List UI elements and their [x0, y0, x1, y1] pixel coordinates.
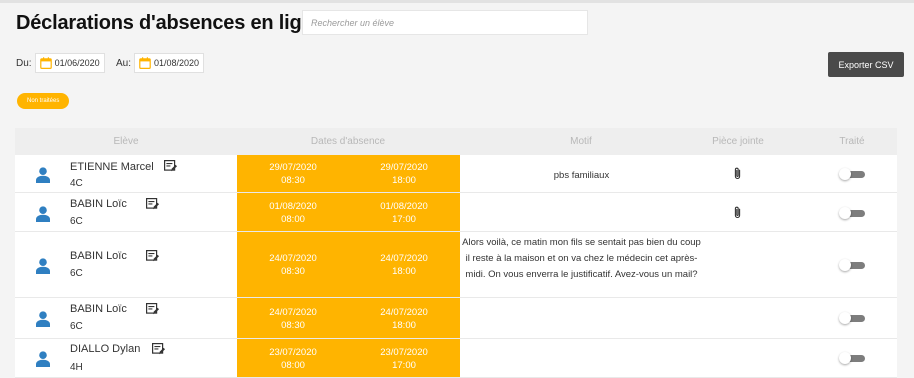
status-filter-pill[interactable]: Non traitées [17, 93, 70, 109]
processed-toggle[interactable] [839, 168, 865, 180]
end-time: 18:00 [392, 175, 416, 186]
student-class: 4C [70, 178, 83, 189]
student-class: 6C [70, 268, 83, 279]
start-time: 08:00 [281, 214, 305, 225]
start-date: 01/08/2020 [269, 201, 317, 212]
absence-motif: Alors voilà, ce matin mon fils se sentai… [462, 237, 701, 280]
toggle-knob [839, 259, 851, 271]
student-name: BABIN Loïc [70, 250, 127, 262]
calendar-icon [139, 57, 151, 69]
end-date: 24/07/2020 [380, 307, 428, 318]
start-time: 08:00 [281, 360, 305, 371]
table-row[interactable]: BABIN Loïc 6C 24/07/2020 08:30 24/07/2020 18:… [15, 298, 897, 339]
absence-dates-cell: 01/08/2020 08:00 01/08/2020 17:00 [237, 193, 460, 231]
toggle-knob [839, 168, 851, 180]
student-class: 4H [70, 362, 83, 373]
column-header-motif[interactable]: Motif [570, 136, 592, 147]
date-to-value: 01/08/2020 [154, 58, 200, 68]
date-from-filter: Du: 01/06/2020 [16, 53, 105, 73]
student-name: DIALLO Dylan [70, 343, 141, 355]
edit-note-icon[interactable] [146, 250, 159, 262]
paperclip-icon[interactable] [733, 167, 742, 180]
person-icon [36, 258, 50, 274]
end-time: 17:00 [392, 360, 416, 371]
date-to-field[interactable]: 01/08/2020 [134, 53, 205, 73]
column-header-dates[interactable]: Dates d'absence [311, 136, 385, 147]
edit-note-icon[interactable] [164, 160, 177, 172]
start-date: 24/07/2020 [269, 253, 317, 264]
table-row[interactable]: DIALLO Dylan 4H 23/07/2020 08:00 23/07/2020 1… [15, 339, 897, 378]
date-from-label: Du: [16, 57, 32, 69]
column-header-traite[interactable]: Traité [839, 136, 864, 147]
start-date: 23/07/2020 [269, 347, 317, 358]
student-class: 6C [70, 216, 83, 227]
export-csv-button[interactable]: Exporter CSV [828, 52, 904, 77]
person-icon [36, 311, 50, 327]
end-date: 29/07/2020 [380, 162, 428, 173]
column-header-eleve[interactable]: Elève [113, 136, 138, 147]
date-to-label: Au: [116, 57, 132, 69]
processed-toggle[interactable] [839, 207, 865, 219]
search-input[interactable] [302, 10, 588, 35]
date-to-filter: Au: 01/08/2020 [116, 53, 205, 73]
table-row[interactable]: BABIN Loïc 6C 24/07/2020 08:30 24/07/2020 18:… [15, 232, 897, 298]
start-time: 08:30 [281, 320, 305, 331]
student-class: 6C [70, 321, 83, 332]
table-row[interactable]: ETIENNE Marcel 4C 29/07/2020 08:30 29/07/202… [15, 155, 897, 193]
edit-note-icon[interactable] [146, 303, 159, 315]
absence-dates-cell: 24/07/2020 08:30 24/07/2020 18:00 [237, 232, 460, 297]
toggle-knob [839, 207, 851, 219]
top-shadow [0, 0, 914, 3]
student-name: BABIN Loïc [70, 303, 127, 315]
person-icon [36, 206, 50, 222]
absence-dates-cell: 29/07/2020 08:30 29/07/2020 18:00 [237, 155, 460, 192]
start-date: 29/07/2020 [269, 162, 317, 173]
column-header-piece-jointe[interactable]: Pièce jointe [712, 136, 764, 147]
student-name: ETIENNE Marcel [70, 161, 154, 173]
toggle-knob [839, 312, 851, 324]
end-time: 17:00 [392, 214, 416, 225]
table-header: Elève Dates d'absence Motif Pièce jointe… [15, 128, 897, 155]
edit-note-icon[interactable] [146, 198, 159, 210]
end-time: 18:00 [392, 266, 416, 277]
paperclip-icon[interactable] [733, 206, 742, 219]
student-name: BABIN Loïc [70, 198, 127, 210]
end-date: 24/07/2020 [380, 253, 428, 264]
end-date: 23/07/2020 [380, 347, 428, 358]
start-time: 08:30 [281, 175, 305, 186]
person-icon [36, 351, 50, 367]
toggle-knob [839, 352, 851, 364]
absence-dates-cell: 23/07/2020 08:00 23/07/2020 17:00 [237, 339, 460, 377]
person-icon [36, 167, 50, 183]
date-from-value: 01/06/2020 [54, 58, 100, 68]
end-time: 18:00 [392, 320, 416, 331]
page-title: Déclarations d'absences en ligne [16, 12, 325, 34]
edit-note-icon[interactable] [152, 343, 165, 355]
end-date: 01/08/2020 [380, 201, 428, 212]
processed-toggle[interactable] [839, 259, 865, 271]
absence-dates-cell: 24/07/2020 08:30 24/07/2020 18:00 [237, 298, 460, 338]
date-from-field[interactable]: 01/06/2020 [34, 53, 105, 73]
processed-toggle[interactable] [839, 312, 865, 324]
calendar-icon [39, 57, 52, 69]
start-time: 08:30 [281, 266, 305, 277]
table-row[interactable]: BABIN Loïc 6C 01/08/2020 08:00 01/08/2020 17:… [15, 193, 897, 232]
absence-motif: pbs familiaux [553, 170, 610, 181]
start-date: 24/07/2020 [269, 307, 317, 318]
processed-toggle[interactable] [839, 352, 865, 364]
